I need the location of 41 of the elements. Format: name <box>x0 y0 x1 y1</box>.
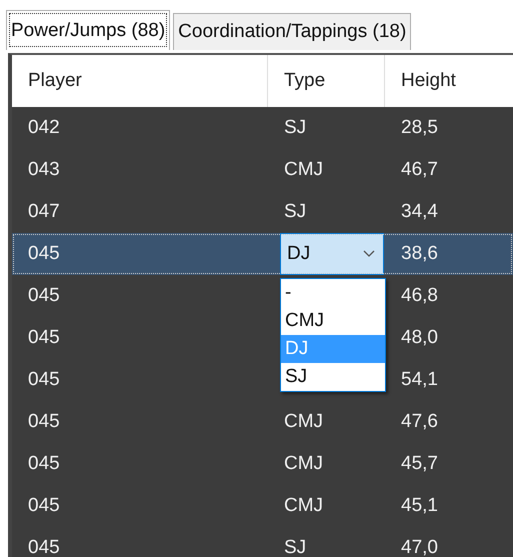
table-cell-text: 45,7 <box>400 452 439 476</box>
table-cell-text: 48,0 <box>400 326 439 350</box>
column-header[interactable]: Player <box>12 55 268 107</box>
column-header[interactable]: Type <box>268 55 385 107</box>
table-cell-text: 34,4 <box>400 200 439 224</box>
table-cell-text: SJ <box>283 200 308 224</box>
table-cell-text: 045 <box>27 326 61 350</box>
column-header[interactable]: Height <box>385 55 513 107</box>
tab[interactable]: Coordination/Tappings (18) <box>173 13 412 50</box>
type-combobox[interactable]: DJ <box>280 233 384 275</box>
table-cell-text: 045 <box>27 452 61 476</box>
combobox-value: DJ <box>287 243 310 265</box>
table-cell-text: 46,7 <box>400 158 439 182</box>
tab[interactable]: Power/Jumps (88) <box>6 10 170 50</box>
table-cell-text: CMJ <box>283 452 324 476</box>
table-cell-text: 045 <box>27 536 61 557</box>
table-cell-text: CMJ <box>283 410 324 434</box>
selected-row[interactable]: 045 DJ 38,6 <box>12 233 513 275</box>
table-cell-text: 28,5 <box>400 116 439 140</box>
table-cell-text: 043 <box>27 158 61 182</box>
table-cell-text: 045 <box>27 494 61 518</box>
table-cell-text: 042 <box>27 116 61 140</box>
table-cell-text: 045 <box>27 242 61 266</box>
table-cell-text: CMJ <box>283 158 324 182</box>
table-cell-text: 47,0 <box>400 536 439 557</box>
table-cell-text: 38,6 <box>400 242 439 266</box>
table-cell-text: 45,1 <box>400 494 439 518</box>
table-cell-text: 045 <box>27 410 61 434</box>
table-cell-text: 47,6 <box>400 410 439 434</box>
table-cell-text: SJ <box>283 116 308 140</box>
dropdown-option[interactable]: CMJ <box>281 307 385 335</box>
table-cell-text: 045 <box>27 284 61 308</box>
chevron-down-icon <box>363 250 375 258</box>
dropdown-option[interactable]: - <box>281 279 385 307</box>
table-cell-text: 54,1 <box>400 368 439 392</box>
table-cell-text: SJ <box>283 536 308 557</box>
dropdown-option[interactable]: SJ <box>281 363 385 391</box>
table-cell-text: CMJ <box>283 494 324 518</box>
table-cell-text: 045 <box>27 368 61 392</box>
table-cell-text: 047 <box>27 200 61 224</box>
table-cell-text: 46,8 <box>400 284 439 308</box>
